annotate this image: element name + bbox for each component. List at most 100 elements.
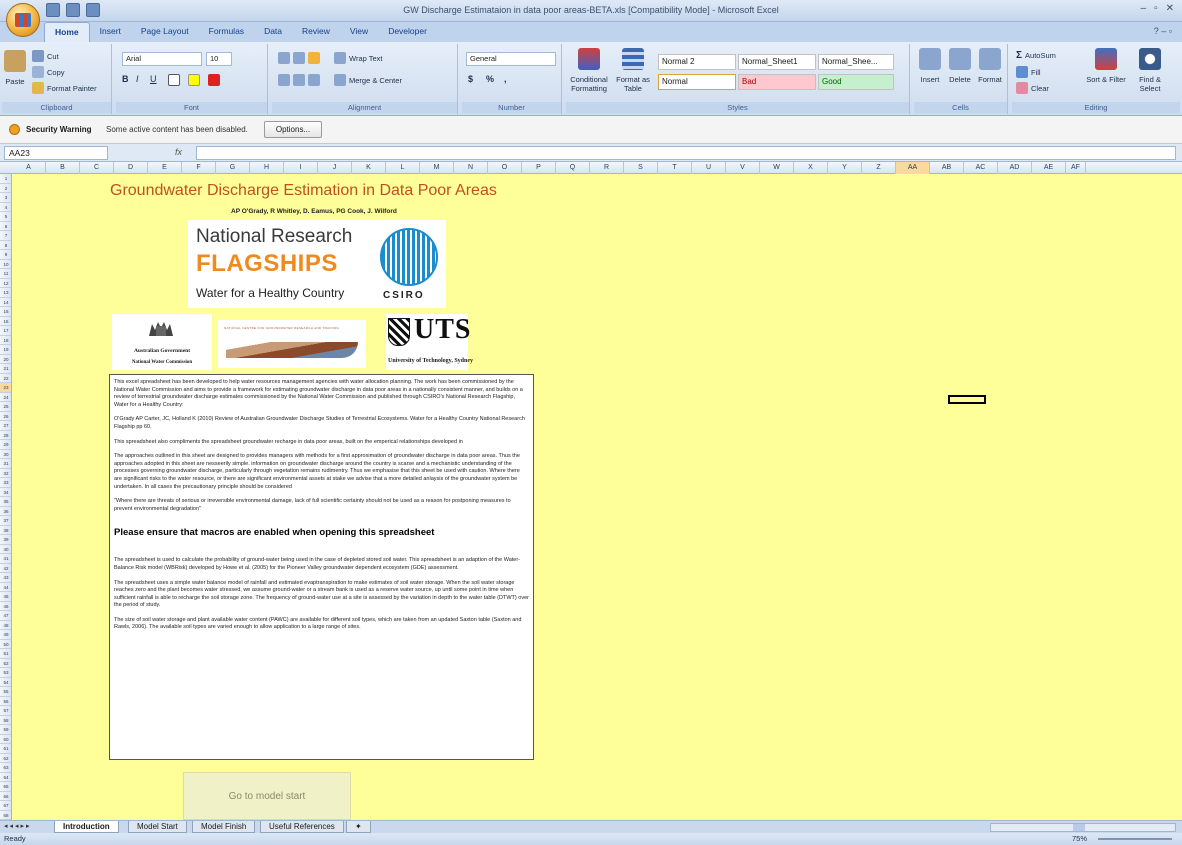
fill-button[interactable]: Fill — [1016, 66, 1041, 78]
sheet-nav-arrows-icon[interactable]: ◂◂◂▸▸ — [4, 822, 32, 830]
column-header[interactable]: A — [12, 162, 46, 174]
row-header[interactable]: 58 — [0, 716, 11, 725]
zoom-level[interactable]: 75% — [1072, 834, 1087, 843]
fill-color-button[interactable] — [188, 74, 200, 86]
row-header[interactable]: 47 — [0, 611, 11, 621]
row-header[interactable]: 45 — [0, 592, 11, 602]
office-button[interactable] — [6, 3, 40, 37]
percent-button[interactable]: % — [486, 74, 494, 84]
format-as-table-button[interactable]: Format as Table — [614, 48, 652, 93]
column-header[interactable]: F — [182, 162, 216, 174]
delete-cells-button[interactable]: Delete — [946, 48, 974, 84]
column-header[interactable]: S — [624, 162, 658, 174]
row-header[interactable]: 31 — [0, 459, 11, 469]
name-box[interactable]: AA23 — [4, 146, 108, 160]
sheet-tab-introduction[interactable]: Introduction — [54, 821, 119, 833]
column-header[interactable]: AF — [1066, 162, 1086, 174]
insert-sheet-icon[interactable]: ✦ — [346, 821, 371, 833]
row-header[interactable]: 60 — [0, 735, 11, 744]
row-header[interactable]: 52 — [0, 659, 11, 668]
align-top-button[interactable] — [278, 52, 320, 64]
row-header[interactable]: 4 — [0, 203, 11, 212]
active-cell-selection[interactable] — [948, 395, 986, 404]
column-header[interactable]: AA — [896, 162, 930, 174]
row-header[interactable]: 7 — [0, 231, 11, 241]
row-header[interactable]: 61 — [0, 744, 11, 754]
column-header[interactable]: O — [488, 162, 522, 174]
row-header[interactable]: 21 — [0, 364, 11, 374]
column-header[interactable]: AC — [964, 162, 998, 174]
row-header[interactable]: 42 — [0, 564, 11, 573]
row-header[interactable]: 16 — [0, 317, 11, 326]
row-header[interactable]: 22 — [0, 374, 11, 383]
row-header[interactable]: 56 — [0, 697, 11, 706]
row-header[interactable]: 20 — [0, 355, 11, 364]
tab-insert[interactable]: Insert — [90, 22, 131, 42]
help-controls[interactable]: ? – ▫ — [1154, 26, 1172, 36]
go-to-model-start-button[interactable]: Go to model start — [183, 772, 351, 820]
number-format-dropdown[interactable]: General — [466, 52, 556, 66]
style-good[interactable]: Good — [818, 74, 894, 90]
minimize-icon[interactable]: – — [1141, 3, 1147, 14]
row-header[interactable]: 48 — [0, 621, 11, 630]
font-size-dropdown[interactable]: 10 — [206, 52, 232, 66]
sheet-tab-model-finish[interactable]: Model Finish — [192, 821, 256, 833]
sheet-tab-model-start[interactable]: Model Start — [128, 821, 187, 833]
row-header[interactable]: 49 — [0, 630, 11, 640]
row-header[interactable]: 24 — [0, 393, 11, 402]
row-header[interactable]: 19 — [0, 345, 11, 355]
row-header[interactable]: 51 — [0, 649, 11, 659]
align-left-button[interactable] — [278, 74, 320, 86]
paste-button[interactable]: Paste — [4, 50, 26, 86]
row-header[interactable]: 55 — [0, 687, 11, 697]
clear-button[interactable]: Clear — [1016, 82, 1049, 94]
row-header[interactable]: 2 — [0, 184, 11, 193]
row-header[interactable]: 1 — [0, 174, 11, 184]
row-header[interactable]: 54 — [0, 678, 11, 687]
worksheet[interactable]: Groundwater Discharge Estimation in Data… — [12, 174, 1182, 820]
row-header[interactable]: 40 — [0, 545, 11, 554]
font-name-dropdown[interactable]: Arial — [122, 52, 202, 66]
sheet-tab-useful-references[interactable]: Useful References — [260, 821, 344, 833]
tab-review[interactable]: Review — [292, 22, 340, 42]
row-header[interactable]: 32 — [0, 469, 11, 478]
fx-icon[interactable]: fx — [175, 147, 182, 157]
column-header[interactable]: E — [148, 162, 182, 174]
copy-button[interactable]: Copy — [32, 66, 65, 78]
row-header[interactable]: 65 — [0, 782, 11, 792]
column-header[interactable]: L — [386, 162, 420, 174]
row-header[interactable]: 59 — [0, 725, 11, 735]
row-header[interactable]: 27 — [0, 421, 11, 431]
row-header[interactable]: 28 — [0, 431, 11, 440]
row-header[interactable]: 12 — [0, 279, 11, 288]
row-header[interactable]: 13 — [0, 288, 11, 298]
style-bad[interactable]: Bad — [738, 74, 816, 90]
font-color-button[interactable] — [208, 74, 220, 86]
column-header[interactable]: H — [250, 162, 284, 174]
column-header[interactable]: Z — [862, 162, 896, 174]
row-header[interactable]: 38 — [0, 526, 11, 535]
column-header[interactable]: N — [454, 162, 488, 174]
row-header[interactable]: 10 — [0, 260, 11, 269]
row-header[interactable]: 41 — [0, 554, 11, 564]
row-header[interactable]: 6 — [0, 222, 11, 231]
column-header[interactable]: I — [284, 162, 318, 174]
underline-button[interactable]: U — [150, 74, 157, 84]
row-header[interactable]: 46 — [0, 602, 11, 611]
row-header[interactable]: 25 — [0, 402, 11, 412]
row-header[interactable]: 15 — [0, 307, 11, 317]
tab-page-layout[interactable]: Page Layout — [131, 22, 199, 42]
style-normal[interactable]: Normal — [658, 74, 736, 90]
introduction-text-box[interactable]: This excel spreadsheet has been develope… — [109, 374, 534, 760]
row-header[interactable]: 67 — [0, 801, 11, 811]
row-header[interactable]: 30 — [0, 450, 11, 459]
column-header[interactable]: W — [760, 162, 794, 174]
row-header[interactable]: 17 — [0, 326, 11, 336]
close-icon[interactable]: ✕ — [1166, 3, 1174, 14]
wrap-text-button[interactable]: Wrap Text — [334, 52, 383, 64]
insert-cells-button[interactable]: Insert — [916, 48, 944, 84]
row-header[interactable]: 9 — [0, 250, 11, 260]
row-header[interactable]: 35 — [0, 497, 11, 507]
row-header[interactable]: 66 — [0, 792, 11, 801]
column-header[interactable]: B — [46, 162, 80, 174]
